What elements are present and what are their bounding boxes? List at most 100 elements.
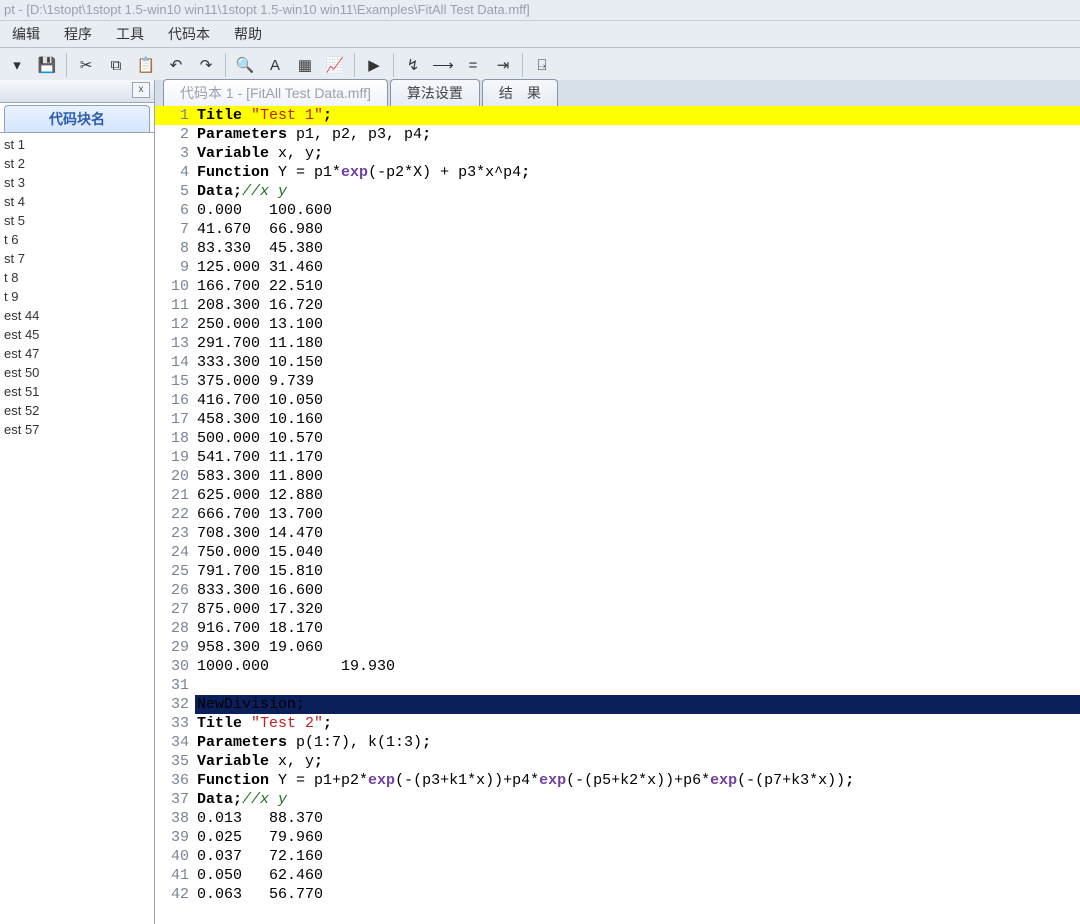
code-editor[interactable]: 1Title "Test 1";2Parameters p1, p2, p3, … <box>155 106 1080 924</box>
code-line[interactable]: 9125.000 31.460 <box>155 258 1080 277</box>
menu-程序[interactable]: 程序 <box>52 24 104 44</box>
line-number: 5 <box>155 182 195 201</box>
code-line[interactable]: 741.670 66.980 <box>155 220 1080 239</box>
code-line[interactable]: 34Parameters p(1:7), k(1:3); <box>155 733 1080 752</box>
sidebar-tab-codeblocks[interactable]: 代码块名 <box>4 105 150 132</box>
line-number: 35 <box>155 752 195 771</box>
exit-icon[interactable]: ⍈ <box>528 51 556 79</box>
menu-工具[interactable]: 工具 <box>104 24 156 44</box>
code-line[interactable]: 11208.300 16.720 <box>155 296 1080 315</box>
sidebar-item[interactable]: est 51 <box>0 382 154 401</box>
code-line[interactable]: 410.050 62.460 <box>155 866 1080 885</box>
copy-icon[interactable]: ⧉ <box>102 51 130 79</box>
find-next-icon[interactable]: A <box>261 51 289 79</box>
tab-2[interactable]: 结 果 <box>482 79 558 107</box>
sidebar-item[interactable]: est 47 <box>0 344 154 363</box>
sidebar-item[interactable]: est 57 <box>0 420 154 439</box>
code-line[interactable]: 10166.700 22.510 <box>155 277 1080 296</box>
code-line[interactable]: 23708.300 14.470 <box>155 524 1080 543</box>
redo-icon[interactable]: ↷ <box>192 51 220 79</box>
code-line[interactable]: 420.063 56.770 <box>155 885 1080 904</box>
code-line[interactable]: 28916.700 18.170 <box>155 619 1080 638</box>
tab-1[interactable]: 算法设置 <box>390 79 480 107</box>
sidebar-item[interactable]: t 8 <box>0 268 154 287</box>
sidebar-item[interactable]: est 44 <box>0 306 154 325</box>
code-line[interactable]: 3Variable x, y; <box>155 144 1080 163</box>
code-line[interactable]: 37Data;//x y <box>155 790 1080 809</box>
sidebar-item[interactable]: est 50 <box>0 363 154 382</box>
code-content: 375.000 9.739 <box>195 372 314 391</box>
code-line[interactable]: 301000.000 19.930 <box>155 657 1080 676</box>
tab-0[interactable]: 代码本 1 - [FitAll Test Data.mff] <box>163 79 388 107</box>
code-line[interactable]: 2Parameters p1, p2, p3, p4; <box>155 125 1080 144</box>
equals-icon[interactable]: = <box>459 51 487 79</box>
menu-帮助[interactable]: 帮助 <box>222 24 274 44</box>
code-line[interactable]: 17458.300 10.160 <box>155 410 1080 429</box>
paste-icon[interactable]: 📋 <box>132 51 160 79</box>
code-content: 0.013 88.370 <box>195 809 323 828</box>
window-title: pt - [D:\1stopt\1stopt 1.5-win10 win11\1… <box>0 0 1080 21</box>
code-line[interactable]: 380.013 88.370 <box>155 809 1080 828</box>
menu-代码本[interactable]: 代码本 <box>156 24 222 44</box>
sidebar-item[interactable]: t 9 <box>0 287 154 306</box>
code-line[interactable]: 33Title "Test 2"; <box>155 714 1080 733</box>
code-content: 1000.000 19.930 <box>195 657 395 676</box>
code-line[interactable]: 29958.300 19.060 <box>155 638 1080 657</box>
step-icon[interactable]: ⟶ <box>429 51 457 79</box>
sidebar-item[interactable]: st 3 <box>0 173 154 192</box>
code-line[interactable]: 13291.700 11.180 <box>155 334 1080 353</box>
undo-icon[interactable]: ↶ <box>162 51 190 79</box>
sidebar-item[interactable]: est 45 <box>0 325 154 344</box>
code-line[interactable]: 32NewDivision; <box>155 695 1080 714</box>
sidebar-item[interactable]: st 2 <box>0 154 154 173</box>
run-icon[interactable]: ▶ <box>360 51 388 79</box>
code-line[interactable]: 1Title "Test 1"; <box>155 106 1080 125</box>
code-line[interactable]: 14333.300 10.150 <box>155 353 1080 372</box>
code-line[interactable]: 27875.000 17.320 <box>155 600 1080 619</box>
code-line[interactable]: 60.000 100.600 <box>155 201 1080 220</box>
code-line[interactable]: 31 <box>155 676 1080 695</box>
code-line[interactable]: 12250.000 13.100 <box>155 315 1080 334</box>
code-line[interactable]: 24750.000 15.040 <box>155 543 1080 562</box>
cut-icon[interactable]: ✂ <box>72 51 100 79</box>
save-icon[interactable]: 💾 <box>33 51 61 79</box>
sidebar-tree[interactable]: st 1st 2st 3st 4st 5t 6st 7t 8t 9est 44e… <box>0 132 154 924</box>
code-line[interactable]: 21625.000 12.880 <box>155 486 1080 505</box>
code-line[interactable]: 26833.300 16.600 <box>155 581 1080 600</box>
line-number: 9 <box>155 258 195 277</box>
code-line[interactable]: 4Function Y = p1*exp(-p2*X) + p3*x^p4; <box>155 163 1080 182</box>
code-line[interactable]: 19541.700 11.170 <box>155 448 1080 467</box>
code-line[interactable]: 5Data;//x y <box>155 182 1080 201</box>
code-line[interactable]: 20583.300 11.800 <box>155 467 1080 486</box>
line-number: 42 <box>155 885 195 904</box>
line-number: 39 <box>155 828 195 847</box>
sidebar: x 代码块名 st 1st 2st 3st 4st 5t 6st 7t 8t 9… <box>0 80 155 924</box>
code-line[interactable]: 15375.000 9.739 <box>155 372 1080 391</box>
code-line[interactable]: 16416.700 10.050 <box>155 391 1080 410</box>
code-content: 833.300 16.600 <box>195 581 323 600</box>
line-number: 12 <box>155 315 195 334</box>
sidebar-item[interactable]: st 7 <box>0 249 154 268</box>
wand-icon[interactable]: ↯ <box>399 51 427 79</box>
code-line[interactable]: 36Function Y = p1+p2*exp(-(p3+k1*x))+p4*… <box>155 771 1080 790</box>
sidebar-close-button[interactable]: x <box>132 82 150 98</box>
toolbar-separator <box>225 53 226 77</box>
code-line[interactable]: 22666.700 13.700 <box>155 505 1080 524</box>
code-line[interactable]: 390.025 79.960 <box>155 828 1080 847</box>
find-icon[interactable]: 🔍 <box>231 51 259 79</box>
chart-icon[interactable]: 📈 <box>321 51 349 79</box>
sidebar-item[interactable]: est 52 <box>0 401 154 420</box>
sidebar-item[interactable]: st 4 <box>0 192 154 211</box>
sidebar-item[interactable]: st 1 <box>0 135 154 154</box>
menu-编辑[interactable]: 编辑 <box>0 24 52 44</box>
code-line[interactable]: 18500.000 10.570 <box>155 429 1080 448</box>
sidebar-item[interactable]: t 6 <box>0 230 154 249</box>
new-dropdown-icon[interactable]: ▾ <box>3 51 31 79</box>
code-line[interactable]: 35Variable x, y; <box>155 752 1080 771</box>
sheet-icon[interactable]: ▦ <box>291 51 319 79</box>
code-line[interactable]: 883.330 45.380 <box>155 239 1080 258</box>
advance-icon[interactable]: ⇥ <box>489 51 517 79</box>
code-line[interactable]: 25791.700 15.810 <box>155 562 1080 581</box>
sidebar-item[interactable]: st 5 <box>0 211 154 230</box>
code-line[interactable]: 400.037 72.160 <box>155 847 1080 866</box>
